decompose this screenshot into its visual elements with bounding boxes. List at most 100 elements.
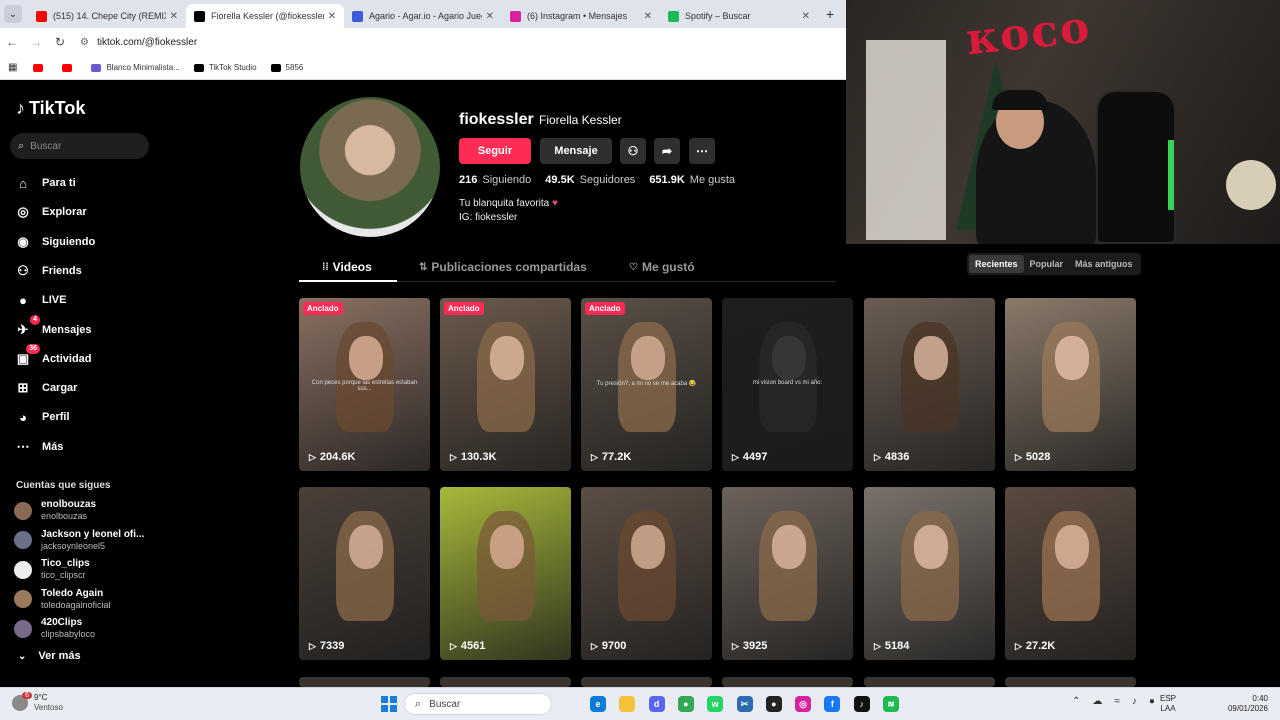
new-tab-button[interactable]: + xyxy=(826,6,834,22)
video-thumbnail-partial[interactable] xyxy=(1005,677,1136,687)
bookmark-item[interactable] xyxy=(33,63,48,72)
microphone-icon[interactable]: ● xyxy=(1149,696,1155,707)
video-thumbnail[interactable]: mi vision board vs mi año: ▷ 4497 xyxy=(722,298,853,471)
tiktok-icon[interactable]: ♪ xyxy=(853,696,870,712)
forward-arrow-icon[interactable]: → xyxy=(24,35,48,49)
chevron-up-icon[interactable]: ⌃ xyxy=(1072,696,1080,707)
following-account[interactable]: 420Clips clipsbabyloco xyxy=(14,617,95,640)
close-tab-icon[interactable]: ✕ xyxy=(486,11,494,22)
sidebar-item-perfil[interactable]: ◕ Perfil xyxy=(14,406,69,428)
follow-button[interactable]: Seguir xyxy=(459,138,531,164)
video-thumbnail[interactable]: ▷ 5184 xyxy=(864,487,995,660)
obs-icon[interactable]: ● xyxy=(765,696,782,712)
site-info-icon[interactable]: ⚙ xyxy=(80,37,89,48)
browser-tab[interactable]: Fiorella Kessler (@fiokessler) | T ✕ xyxy=(186,4,344,28)
language-indicator[interactable]: ESP LAA xyxy=(1160,694,1176,714)
video-thumbnail-partial[interactable] xyxy=(581,677,712,687)
folder-icon[interactable] xyxy=(619,696,636,712)
volume-icon[interactable]: ♪ xyxy=(1132,696,1137,707)
tab-reposts[interactable]: ⇅ Publicaciones compartidas xyxy=(419,260,587,274)
video-thumbnail[interactable]: ▷ 5028 xyxy=(1005,298,1136,471)
video-thumbnail[interactable]: ▷ 3925 xyxy=(722,487,853,660)
instagram-icon[interactable]: ◎ xyxy=(795,696,812,712)
facebook-icon[interactable]: f xyxy=(824,696,841,712)
video-thumbnail-partial[interactable] xyxy=(722,677,853,687)
share-icon[interactable]: ➦ xyxy=(654,138,680,164)
sidebar-item-cargar[interactable]: ⊞ Cargar xyxy=(14,377,78,399)
sidebar-search-input[interactable]: ⌕ Buscar xyxy=(10,133,149,159)
thumbnail-face xyxy=(630,525,665,570)
reload-icon[interactable]: ↻ xyxy=(48,35,72,49)
following-account[interactable]: Toledo Again toledoagainoficial xyxy=(14,588,111,611)
snipping-icon[interactable]: ✂ xyxy=(736,696,753,712)
spotify-icon[interactable]: ≋ xyxy=(883,696,899,712)
weather-widget[interactable]: 6 9°C Ventoso xyxy=(12,692,63,713)
avatar xyxy=(14,501,32,520)
video-thumbnail-partial[interactable] xyxy=(299,677,430,687)
browser-tab[interactable]: Agario - Agar.io - Agario Juego ✕ xyxy=(344,4,502,28)
see-more-button[interactable]: ⌄ Ver más xyxy=(18,650,81,662)
following-account[interactable]: Tico_clips tico_clipscr xyxy=(14,558,90,581)
sort-recent[interactable]: Recientes xyxy=(969,255,1024,273)
view-count: ▷ 4561 xyxy=(450,640,485,652)
sort-popular[interactable]: Popular xyxy=(1024,255,1070,273)
sidebar-item-mensajes[interactable]: ✈ 4 Mensajes xyxy=(14,314,92,341)
video-thumbnail[interactable]: Anclado ▷ 130.3K xyxy=(440,298,571,471)
following-account[interactable]: Jackson y leonel ofi... jacksoynleonel5 xyxy=(14,529,144,552)
close-tab-icon[interactable]: ✕ xyxy=(170,11,178,22)
tab-search-chevron-icon[interactable]: ⌄ xyxy=(4,5,22,23)
clock[interactable]: 0:40 09/01/2026 xyxy=(1224,694,1268,714)
taskbar-search[interactable]: ⌕ Buscar xyxy=(404,693,552,715)
video-thumbnail[interactable]: ▷ 9700 xyxy=(581,487,712,660)
video-thumbnail-partial[interactable] xyxy=(440,677,571,687)
video-thumbnail[interactable]: Anclado Con peces porque las estrellas es… xyxy=(299,298,430,471)
whatsapp-icon[interactable]: w xyxy=(707,696,724,712)
bookmark-item[interactable]: 5856 xyxy=(270,63,303,72)
close-tab-icon[interactable]: ✕ xyxy=(328,11,336,22)
sidebar-item-para-ti[interactable]: ⌂ Para ti xyxy=(14,172,76,194)
sidebar-item-m-s[interactable]: ⋯ Más xyxy=(14,436,64,458)
video-thumbnail-partial[interactable] xyxy=(864,677,995,687)
sidebar-item-siguiendo[interactable]: ◉ Siguiendo xyxy=(14,231,95,253)
close-tab-icon[interactable]: ✕ xyxy=(644,11,652,22)
sidebar-item-friends[interactable]: ⚇ Friends xyxy=(14,260,82,282)
browser-tab[interactable]: (515) 14. Chepe City (REMIX) ft ✕ xyxy=(28,4,186,28)
browser-tab[interactable]: (6) Instagram • Mensajes ✕ xyxy=(502,4,660,28)
following-account[interactable]: enolbouzas enolbouzas xyxy=(14,499,96,522)
tab-videos[interactable]: ⁞⁞ Videos xyxy=(322,260,372,274)
network-icon[interactable]: ☁ xyxy=(1092,696,1102,707)
play-icon: ▷ xyxy=(591,451,598,462)
sidebar-item-live[interactable]: ● LIVE xyxy=(14,289,66,311)
bookmark-item[interactable]: Blanco Minimalista... xyxy=(91,63,180,72)
stat-label[interactable]: Seguidores xyxy=(580,174,636,186)
tiktok-logo[interactable]: ♪ TikTok xyxy=(16,98,85,119)
stat-label[interactable]: Siguiendo xyxy=(482,174,531,186)
message-button[interactable]: Mensaje xyxy=(540,138,612,164)
more-options-icon[interactable]: ⋯ xyxy=(689,138,715,164)
close-tab-icon[interactable]: ✕ xyxy=(802,11,810,22)
sort-oldest[interactable]: Más antiguos xyxy=(1069,255,1139,273)
edge-icon[interactable]: e xyxy=(590,696,606,712)
tab-liked[interactable]: ♡ Me gustó xyxy=(629,260,695,274)
video-thumbnail[interactable]: ▷ 4561 xyxy=(440,487,571,660)
sidebar-item-actividad[interactable]: ▣ 36 Actividad xyxy=(14,343,92,370)
back-arrow-icon[interactable]: ← xyxy=(0,35,24,49)
view-count-value: 7339 xyxy=(319,640,345,652)
apps-grid-icon[interactable]: ▦ xyxy=(8,62,17,73)
video-thumbnail[interactable]: ▷ 4836 xyxy=(864,298,995,471)
add-friend-icon[interactable]: ⚇ xyxy=(620,138,646,164)
discord-icon[interactable]: d xyxy=(648,696,665,712)
bookmark-item[interactable] xyxy=(62,63,77,72)
bookmark-item[interactable]: TikTok Studio xyxy=(193,63,257,72)
activity-icon: ▣ 36 xyxy=(14,343,40,368)
video-thumbnail[interactable]: Anclado Tu presión?, a mi no se me acaba … xyxy=(581,298,712,471)
browser-tab[interactable]: Spotify – Buscar ✕ xyxy=(660,4,818,28)
chrome-icon[interactable]: ● xyxy=(677,696,694,712)
sidebar-item-explorar[interactable]: ◎ Explorar xyxy=(14,201,86,223)
bookmarks-bar: ▦ Blanco Minimalista... TikTok Studio 5856 xyxy=(0,56,846,80)
windows-start-icon[interactable] xyxy=(381,696,397,712)
url-field[interactable]: ⚙ tiktok.com/@fiokessler xyxy=(80,37,197,48)
video-thumbnail[interactable]: ▷ 7339 xyxy=(299,487,430,660)
video-thumbnail[interactable]: ▷ 27.2K xyxy=(1005,487,1136,660)
wifi-icon[interactable]: ≈ xyxy=(1114,696,1120,707)
